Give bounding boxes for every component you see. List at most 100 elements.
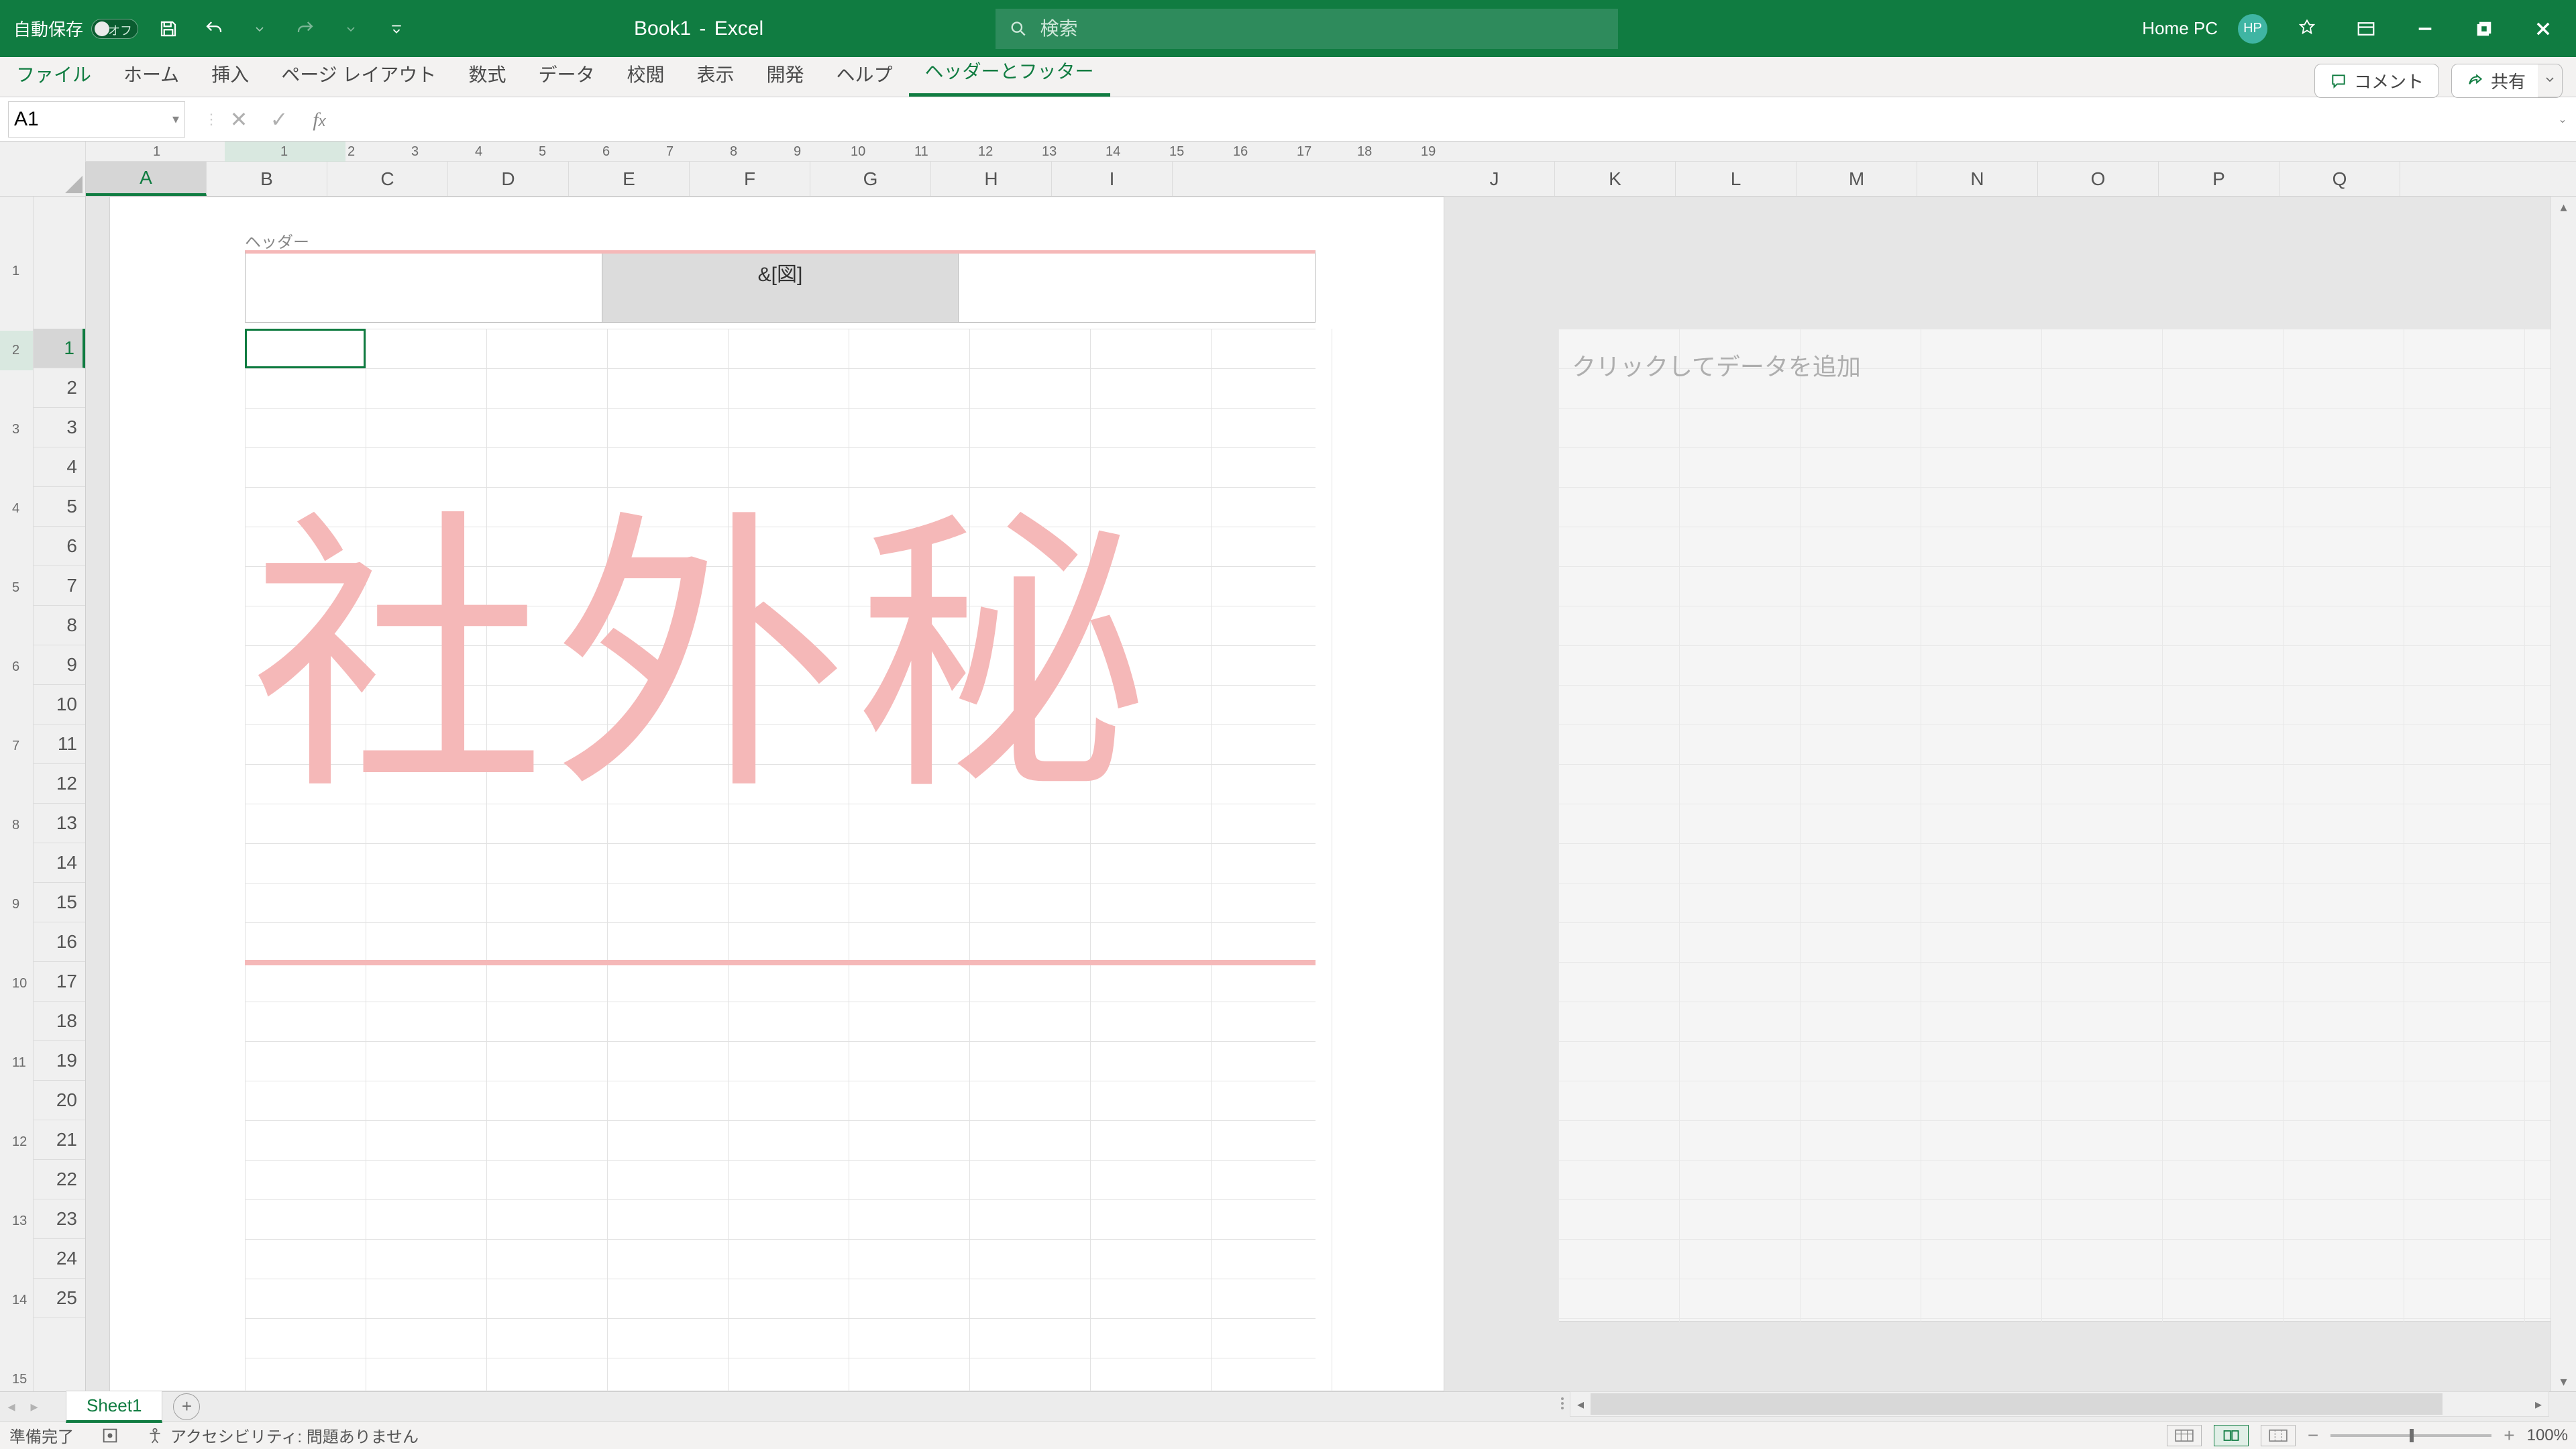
- save-button[interactable]: [153, 13, 184, 44]
- row-header-14[interactable]: 14: [34, 843, 85, 883]
- zoom-percentage[interactable]: 100%: [2527, 1426, 2568, 1445]
- view-page-break-button[interactable]: [2261, 1425, 2296, 1446]
- row-header-11[interactable]: 11: [34, 724, 85, 764]
- add-sheet-button[interactable]: +: [173, 1393, 200, 1420]
- row-header-2[interactable]: 2: [34, 368, 85, 408]
- zoom-in-button[interactable]: +: [2504, 1425, 2514, 1446]
- column-header-E[interactable]: E: [569, 162, 690, 196]
- tab-data[interactable]: データ: [522, 51, 610, 97]
- header-center-box[interactable]: &[図]: [602, 254, 959, 322]
- minimize-button[interactable]: [2406, 19, 2445, 38]
- tab-help[interactable]: ヘルプ: [820, 51, 909, 97]
- tab-formulas[interactable]: 数式: [452, 51, 522, 97]
- scroll-up-arrow[interactable]: ▴: [2551, 197, 2576, 217]
- row-header-6[interactable]: 6: [34, 527, 85, 566]
- column-header-B[interactable]: B: [207, 162, 327, 196]
- column-header-N[interactable]: N: [1917, 162, 2038, 196]
- row-header-24[interactable]: 24: [34, 1239, 85, 1279]
- undo-dropdown[interactable]: [244, 13, 275, 44]
- sheet-nav-next[interactable]: ▸: [23, 1398, 46, 1415]
- tab-review[interactable]: 校閲: [610, 51, 680, 97]
- formula-input[interactable]: [339, 97, 2549, 141]
- column-header-Q[interactable]: Q: [2279, 162, 2400, 196]
- search-box[interactable]: [996, 9, 1618, 49]
- macro-record-icon[interactable]: [101, 1426, 119, 1445]
- column-header-P[interactable]: P: [2159, 162, 2279, 196]
- formula-bar-expand[interactable]: ⌄: [2549, 113, 2576, 126]
- redo-dropdown[interactable]: [335, 13, 366, 44]
- undo-button[interactable]: [199, 13, 229, 44]
- page-2[interactable]: クリックしてデータを追加: [1558, 329, 2551, 1322]
- tab-view[interactable]: 表示: [680, 51, 750, 97]
- row-header-8[interactable]: 8: [34, 606, 85, 645]
- tab-header-footer[interactable]: ヘッダーとフッター: [909, 48, 1110, 97]
- tab-home[interactable]: ホーム: [107, 51, 195, 97]
- vertical-scrollbar[interactable]: ▴ ▾: [2551, 197, 2576, 1391]
- scroll-down-arrow[interactable]: ▾: [2551, 1371, 2576, 1391]
- view-normal-button[interactable]: [2167, 1425, 2202, 1446]
- column-header-A[interactable]: A: [86, 162, 207, 196]
- redo-button[interactable]: [290, 13, 321, 44]
- zoom-out-button[interactable]: −: [2308, 1425, 2318, 1446]
- row-header-13[interactable]: 13: [34, 804, 85, 843]
- row-header-9[interactable]: 9: [34, 645, 85, 685]
- share-button[interactable]: 共有: [2451, 64, 2538, 98]
- row-header-25[interactable]: 25: [34, 1279, 85, 1318]
- account-name[interactable]: Home PC: [2142, 18, 2218, 39]
- tab-page-layout[interactable]: ページ レイアウト: [265, 51, 452, 97]
- insert-function-button[interactable]: fx: [299, 107, 339, 131]
- header-right-box[interactable]: [959, 254, 1315, 322]
- column-header-M[interactable]: M: [1796, 162, 1917, 196]
- qat-customize[interactable]: [381, 13, 412, 44]
- column-header-F[interactable]: F: [690, 162, 810, 196]
- name-box[interactable]: A1 ▾: [8, 101, 185, 138]
- header-left-box[interactable]: [246, 254, 602, 322]
- share-dropdown[interactable]: [2538, 64, 2563, 98]
- hscroll-thumb[interactable]: [1591, 1393, 2443, 1415]
- restore-button[interactable]: [2465, 20, 2504, 38]
- chevron-down-icon[interactable]: ▾: [172, 111, 179, 127]
- row-header-22[interactable]: 22: [34, 1160, 85, 1199]
- horizontal-scrollbar[interactable]: ◂ ▸: [1570, 1391, 2549, 1417]
- column-header-L[interactable]: L: [1676, 162, 1796, 196]
- row-header-23[interactable]: 23: [34, 1199, 85, 1239]
- column-header-C[interactable]: C: [327, 162, 448, 196]
- select-all-button[interactable]: [0, 162, 86, 196]
- row-header-16[interactable]: 16: [34, 922, 85, 962]
- column-header-G[interactable]: G: [810, 162, 931, 196]
- coming-soon-icon[interactable]: [2288, 19, 2326, 39]
- row-header-1[interactable]: 1: [34, 329, 85, 368]
- autosave-toggle[interactable]: オフ: [91, 19, 138, 39]
- scroll-left-arrow[interactable]: ◂: [1570, 1396, 1591, 1413]
- zoom-slider[interactable]: [2330, 1434, 2491, 1437]
- column-header-J[interactable]: J: [1434, 162, 1555, 196]
- tab-developer[interactable]: 開発: [751, 51, 820, 97]
- avatar[interactable]: HP: [2238, 14, 2267, 44]
- ribbon-mode-icon[interactable]: [2347, 19, 2385, 39]
- view-page-layout-button[interactable]: [2214, 1425, 2249, 1446]
- row-header-17[interactable]: 17: [34, 962, 85, 1002]
- close-button[interactable]: [2524, 19, 2563, 38]
- row-header-4[interactable]: 4: [34, 447, 85, 487]
- enter-formula-button[interactable]: ✓: [259, 107, 299, 132]
- row-header-21[interactable]: 21: [34, 1120, 85, 1160]
- row-header-18[interactable]: 18: [34, 1002, 85, 1041]
- active-cell[interactable]: [245, 329, 366, 368]
- sheet-nav-prev[interactable]: ◂: [0, 1398, 23, 1415]
- tab-insert[interactable]: 挿入: [195, 51, 265, 97]
- row-header-5[interactable]: 5: [34, 487, 85, 527]
- column-header-K[interactable]: K: [1555, 162, 1676, 196]
- comment-button[interactable]: コメント: [2314, 64, 2439, 98]
- column-header-I[interactable]: I: [1052, 162, 1173, 196]
- row-header-20[interactable]: 20: [34, 1081, 85, 1120]
- row-header-3[interactable]: 3: [34, 408, 85, 447]
- column-header-D[interactable]: D: [448, 162, 569, 196]
- row-header-7[interactable]: 7: [34, 566, 85, 606]
- scroll-right-arrow[interactable]: ▸: [2528, 1396, 2548, 1413]
- search-input[interactable]: [1040, 18, 1605, 40]
- column-header-H[interactable]: H: [931, 162, 1052, 196]
- sheet-tab-active[interactable]: Sheet1: [66, 1391, 162, 1423]
- row-header-19[interactable]: 19: [34, 1041, 85, 1081]
- accessibility-status[interactable]: アクセシビリティ: 問題ありません: [146, 1424, 419, 1447]
- row-header-10[interactable]: 10: [34, 685, 85, 724]
